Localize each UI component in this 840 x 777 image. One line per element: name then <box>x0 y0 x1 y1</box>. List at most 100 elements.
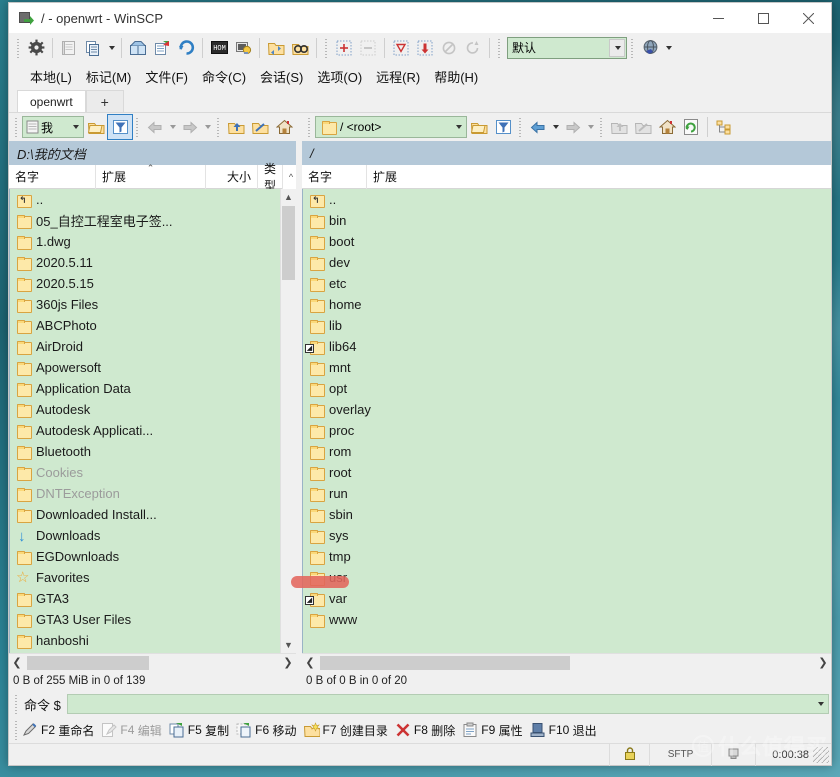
remote-refresh-icon[interactable] <box>679 115 703 139</box>
preferences-icon[interactable] <box>24 36 48 60</box>
remote-file-row[interactable]: etc <box>303 273 831 294</box>
local-hscroll-right-arrow-icon[interactable]: ❯ <box>280 656 296 669</box>
remote-root-directory-icon[interactable] <box>631 115 655 139</box>
remote-column-name[interactable]: 名字 <box>302 165 366 189</box>
maximize-button[interactable] <box>741 3 786 33</box>
remote-parent-directory-icon[interactable] <box>607 115 631 139</box>
local-column-size[interactable]: 大小 <box>205 164 257 189</box>
local-file-row[interactable]: Downloaded Install...文件夹 <box>10 504 296 525</box>
local-back-dropdown-icon[interactable] <box>167 115 178 139</box>
menu-files[interactable]: 文件(F) <box>138 64 195 89</box>
fn-create-directory-button[interactable]: F7 创建目录 <box>303 722 388 739</box>
local-home-directory-icon[interactable] <box>272 115 296 139</box>
remote-file-row[interactable]: proc <box>303 420 831 441</box>
local-drive-combo[interactable]: 我 <box>22 116 84 138</box>
find-files-icon[interactable] <box>288 36 312 60</box>
remote-open-directory-icon[interactable] <box>467 115 491 139</box>
function-bar-grip[interactable] <box>14 720 19 740</box>
remote-file-list[interactable]: ↰.. bin boot dev etc home lib ◢ lib64 mnt opt overl… <box>302 189 831 653</box>
remote-file-row[interactable]: dev <box>303 252 831 273</box>
local-scrollbar-thumb[interactable] <box>282 206 295 280</box>
status-encryption-cell[interactable] <box>609 743 649 766</box>
local-file-row[interactable]: 2020.5.11文件夹 <box>10 252 296 273</box>
fn-copy-button[interactable]: F5 复制 <box>169 722 229 739</box>
remote-file-row[interactable]: run <box>303 483 831 504</box>
local-filter-icon[interactable] <box>107 114 133 140</box>
remote-directory-tree-icon[interactable] <box>712 115 736 139</box>
remote-hscroll-track[interactable] <box>318 655 815 671</box>
copy-icon[interactable] <box>81 36 105 60</box>
remote-file-row[interactable]: ↰.. <box>303 189 831 210</box>
remote-back-dropdown-icon[interactable] <box>550 115 561 139</box>
local-file-row[interactable]: ABCPhoto文件夹 <box>10 315 296 336</box>
local-forward-icon[interactable] <box>178 115 202 139</box>
remote-file-row[interactable]: mnt <box>303 357 831 378</box>
remote-file-row[interactable]: rom <box>303 441 831 462</box>
fn-delete-button[interactable]: F8 删除 <box>395 722 455 739</box>
menu-help[interactable]: 帮助(H) <box>427 64 485 89</box>
remote-horizontal-scrollbar[interactable]: ❮ ❯ <box>302 653 831 671</box>
select-files-plus-icon[interactable] <box>332 36 356 60</box>
local-horizontal-scrollbar[interactable]: ❮ ❯ <box>9 653 296 671</box>
transfer-settings-dropdown-icon[interactable] <box>105 36 117 60</box>
transfer-settings-caret-icon[interactable] <box>609 38 625 57</box>
local-file-row[interactable]: Autodesk文件夹 <box>10 399 296 420</box>
local-column-ext[interactable]: ⌃ 扩展 <box>95 163 205 189</box>
remote-dir-grip[interactable] <box>599 117 604 137</box>
synchronize-icon[interactable] <box>126 36 150 60</box>
remote-file-row[interactable]: lib <box>303 315 831 336</box>
local-file-row[interactable]: Cookies文件夹 <box>10 462 296 483</box>
fn-edit-button[interactable]: F4 编辑 <box>101 722 162 739</box>
console-icon[interactable]: HOM <box>207 36 231 60</box>
session-tab-openwrt[interactable]: openwrt <box>17 90 86 112</box>
local-column-name[interactable]: 名字 <box>9 165 95 189</box>
local-column-type[interactable]: 类型 <box>257 162 282 193</box>
new-session-tab-button[interactable]: + <box>85 90 124 112</box>
remote-file-row[interactable]: tmp <box>303 546 831 567</box>
toolbar-grip-2[interactable] <box>324 37 329 58</box>
local-file-row[interactable]: Autodesk Applicati...文件夹 <box>10 420 296 441</box>
remote-filter-icon[interactable] <box>491 115 515 139</box>
remote-file-row[interactable]: www <box>303 609 831 630</box>
remote-hscroll-left-arrow-icon[interactable]: ❮ <box>302 656 318 669</box>
invert-selection-icon[interactable] <box>413 36 437 60</box>
menu-session[interactable]: 会话(S) <box>253 64 310 89</box>
minimize-button[interactable] <box>696 3 741 33</box>
unselect-files-minus-icon[interactable] <box>356 36 380 60</box>
local-scroll-up-arrow-icon[interactable]: ▲ <box>281 189 296 205</box>
local-file-row[interactable]: Bluetooth文件夹 <box>10 441 296 462</box>
local-file-row[interactable]: ☆Favorites文件夹 <box>10 567 296 588</box>
remote-back-icon[interactable] <box>526 115 550 139</box>
local-back-icon[interactable] <box>143 115 167 139</box>
menu-mark[interactable]: 标记(M) <box>79 64 139 89</box>
status-transfer-cell[interactable] <box>711 743 755 766</box>
remote-toolbar-grip[interactable] <box>307 117 312 137</box>
remote-column-ext[interactable]: 扩展 <box>366 164 831 189</box>
local-open-directory-icon[interactable] <box>84 115 108 139</box>
local-vertical-scrollbar[interactable]: ▲ ▼ <box>280 189 296 653</box>
fn-quit-button[interactable]: F10 退出 <box>530 722 597 739</box>
local-file-row[interactable]: GTA3文件夹 <box>10 588 296 609</box>
close-button[interactable] <box>786 3 831 33</box>
remote-hscroll-right-arrow-icon[interactable]: ❯ <box>815 656 831 669</box>
local-path-bar[interactable]: D:\我的文档 <box>9 141 296 165</box>
synchronize-browsing-icon[interactable] <box>57 36 81 60</box>
local-file-row[interactable]: Application Data文件夹 <box>10 378 296 399</box>
remote-file-row[interactable]: root <box>303 462 831 483</box>
remote-path-bar[interactable]: / <box>302 141 831 165</box>
fn-move-button[interactable]: F6 移动 <box>236 722 297 739</box>
remote-file-row[interactable]: opt <box>303 378 831 399</box>
menu-commands[interactable]: 命令(C) <box>195 64 253 89</box>
remote-file-row[interactable]: ◢ var <box>303 588 831 609</box>
command-history-caret-icon[interactable] <box>813 696 827 712</box>
remote-file-row[interactable]: boot <box>303 231 831 252</box>
local-drive-caret-icon[interactable] <box>68 118 82 136</box>
local-file-row[interactable]: 2020.5.15文件夹 <box>10 273 296 294</box>
globe-icon[interactable] <box>638 36 662 60</box>
remote-path-caret-icon[interactable] <box>451 118 465 136</box>
local-file-row[interactable]: ↰..上级目 <box>10 189 296 210</box>
local-column-scroll-up-icon[interactable]: ^ <box>282 164 296 189</box>
local-file-row[interactable]: DNTException文件夹 <box>10 483 296 504</box>
status-protocol-cell[interactable]: SFTP <box>649 743 711 766</box>
restore-selection-icon[interactable] <box>461 36 485 60</box>
